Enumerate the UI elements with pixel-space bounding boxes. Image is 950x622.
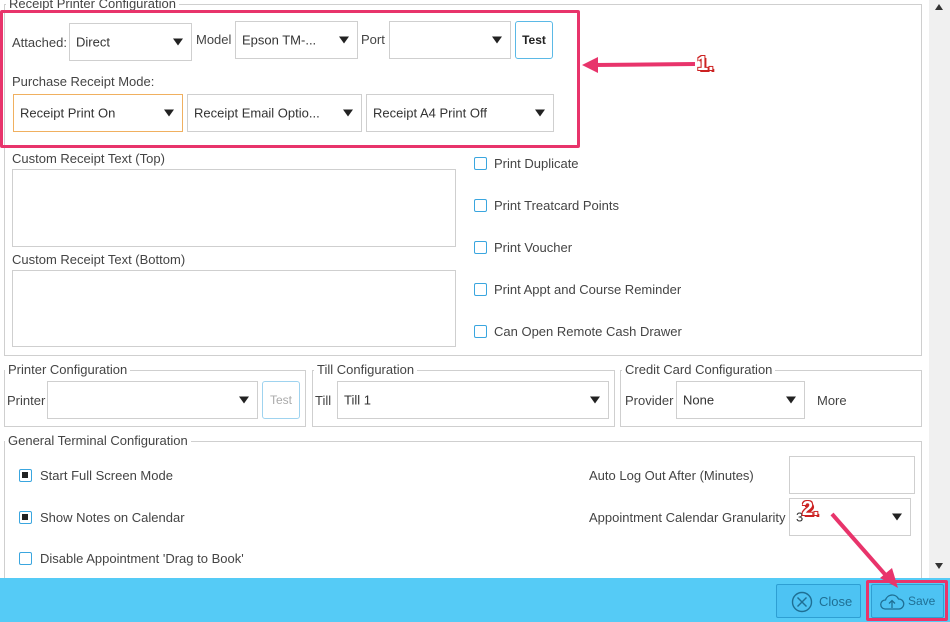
print-duplicate-label: Print Duplicate [494, 156, 579, 171]
annotation-highlight-1 [0, 10, 580, 148]
full-screen-label: Start Full Screen Mode [40, 468, 173, 483]
custom-text-bottom-label: Custom Receipt Text (Bottom) [12, 252, 186, 267]
printer-select[interactable] [47, 381, 258, 419]
disable-drag-label: Disable Appointment 'Drag to Book' [40, 551, 244, 566]
print-reminder-checkbox[interactable] [474, 283, 487, 296]
more-link[interactable]: More [817, 393, 847, 409]
print-voucher-checkbox[interactable] [474, 241, 487, 254]
till-config-legend: Till Configuration [314, 363, 418, 377]
provider-value: None [683, 392, 715, 408]
scroll-up-icon[interactable] [934, 3, 944, 11]
vertical-scrollbar[interactable] [929, 0, 950, 578]
dropdown-arrow-icon [786, 396, 796, 404]
printer-test-button[interactable]: Test [262, 381, 300, 419]
till-value: Till 1 [344, 392, 371, 408]
credit-card-legend: Credit Card Configuration [622, 363, 776, 377]
print-duplicate-checkbox[interactable] [474, 157, 487, 170]
show-notes-label: Show Notes on Calendar [40, 510, 185, 525]
till-label: Till [315, 393, 332, 408]
custom-text-bottom-input[interactable] [12, 270, 456, 347]
provider-select[interactable]: None [676, 381, 805, 419]
annotation-label-1: 1. [697, 53, 714, 75]
printer-config-legend: Printer Configuration [5, 363, 131, 377]
granularity-label: Appointment Calendar Granularity [589, 510, 786, 525]
disable-drag-checkbox[interactable] [19, 552, 32, 565]
close-circle-icon [791, 591, 813, 613]
custom-text-top-input[interactable] [12, 169, 456, 247]
cash-drawer-label: Can Open Remote Cash Drawer [494, 324, 682, 339]
annotation-arrow-1 [582, 57, 696, 73]
till-select[interactable]: Till 1 [337, 381, 609, 419]
show-notes-checkbox[interactable] [19, 511, 32, 524]
annotation-arrow-2 [830, 512, 898, 588]
print-treatcard-checkbox[interactable] [474, 199, 487, 212]
annotation-label-2: 2. [802, 498, 819, 520]
auto-logout-input[interactable] [789, 456, 915, 494]
full-screen-checkbox[interactable] [19, 469, 32, 482]
print-reminder-label: Print Appt and Course Reminder [494, 282, 682, 297]
cash-drawer-checkbox[interactable] [474, 325, 487, 338]
dropdown-arrow-icon [239, 396, 249, 404]
custom-text-top-label: Custom Receipt Text (Top) [12, 151, 165, 166]
dropdown-arrow-icon [590, 396, 600, 404]
print-treatcard-label: Print Treatcard Points [494, 198, 619, 213]
print-voucher-label: Print Voucher [494, 240, 573, 255]
provider-label: Provider [625, 393, 674, 408]
auto-logout-label: Auto Log Out After (Minutes) [589, 468, 754, 483]
general-config-legend: General Terminal Configuration [5, 434, 191, 448]
printer-label: Printer [7, 393, 46, 408]
scroll-down-icon[interactable] [934, 562, 944, 570]
close-label: Close [819, 594, 853, 609]
